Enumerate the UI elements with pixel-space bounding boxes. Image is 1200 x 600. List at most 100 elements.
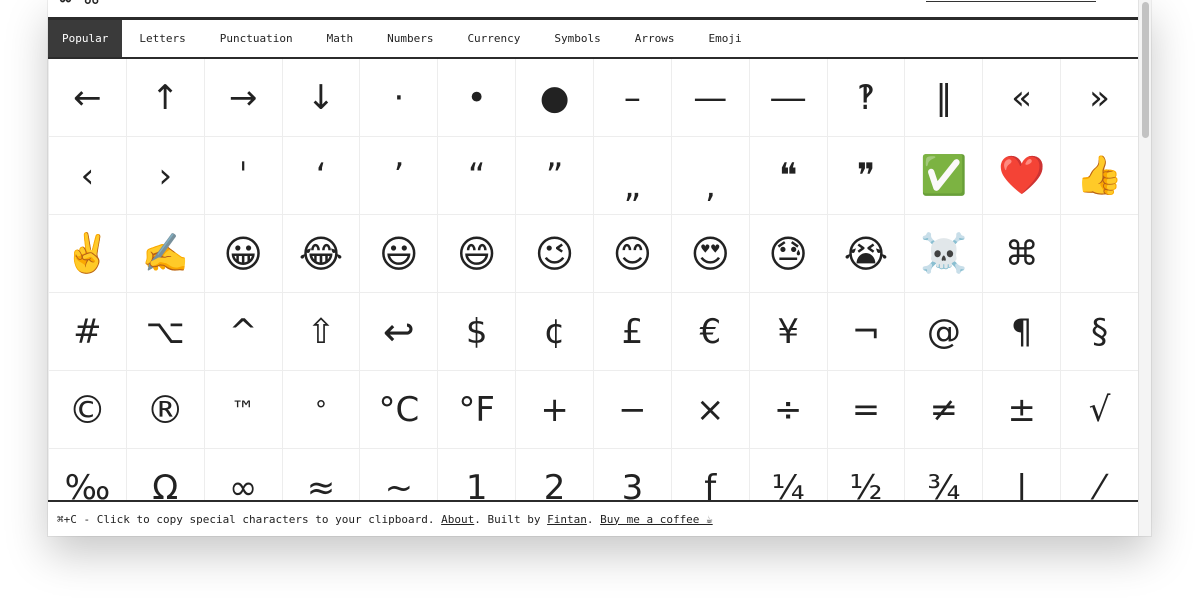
site-logo[interactable]: ∞ ⌘	[58, 0, 102, 9]
character-cell[interactable]	[1061, 215, 1139, 293]
character-cell[interactable]: 2	[516, 449, 594, 500]
character-cell[interactable]: ‚	[671, 137, 750, 215]
character-cell[interactable]: ⁄	[1061, 449, 1139, 500]
character-cell[interactable]: ―	[749, 59, 828, 137]
character-cell[interactable]: √	[1061, 371, 1139, 449]
character-cell[interactable]: €	[671, 293, 750, 371]
tab-numbers[interactable]: Numbers	[370, 20, 450, 57]
character-cell[interactable]: ‹	[49, 137, 127, 215]
character-cell[interactable]: ↓	[282, 59, 361, 137]
coffee-link[interactable]: Buy me a coffee ☕	[600, 513, 713, 526]
character-cell[interactable]: ®	[126, 371, 205, 449]
character-cell[interactable]: ~	[360, 449, 439, 500]
tab-arrows[interactable]: Arrows	[618, 20, 692, 57]
tab-symbols[interactable]: Symbols	[537, 20, 617, 57]
character-cell[interactable]: §	[1061, 293, 1139, 371]
character-cell[interactable]: @	[905, 293, 984, 371]
character-cell[interactable]: °F	[438, 371, 517, 449]
character-cell[interactable]: ¬	[827, 293, 906, 371]
character-cell[interactable]: ≠	[905, 371, 984, 449]
character-cell[interactable]: ×	[671, 371, 750, 449]
character-cell[interactable]: «	[983, 59, 1062, 137]
character-cell[interactable]: 😃	[360, 215, 439, 293]
character-cell[interactable]: 1	[438, 449, 517, 500]
character-cell[interactable]: +	[516, 371, 594, 449]
character-cell[interactable]: ⌥	[126, 293, 205, 371]
character-cell[interactable]: Ω	[127, 449, 205, 500]
character-cell[interactable]: ❞	[827, 137, 906, 215]
character-cell[interactable]: ☠️	[905, 215, 984, 293]
character-cell[interactable]: ¥	[749, 293, 828, 371]
character-cell[interactable]: 😂	[282, 215, 361, 293]
tab-emoji[interactable]: Emoji	[692, 20, 759, 57]
tab-popular[interactable]: Popular	[48, 20, 123, 57]
tab-letters[interactable]: Letters	[122, 20, 202, 57]
character-cell[interactable]: −	[593, 371, 672, 449]
character-cell[interactable]: 3	[594, 449, 672, 500]
character-cell[interactable]: —	[671, 59, 750, 137]
character-cell[interactable]: 👍	[1061, 137, 1139, 215]
about-link[interactable]: About	[441, 513, 474, 526]
character-cell[interactable]: ∞	[205, 449, 283, 500]
character-cell[interactable]: ˈ	[204, 137, 283, 215]
character-cell[interactable]: ↑	[126, 59, 205, 137]
character-cell[interactable]: ‽	[827, 59, 906, 137]
tab-math[interactable]: Math	[310, 20, 371, 57]
character-cell[interactable]: ✅	[905, 137, 984, 215]
character-cell[interactable]: =	[827, 371, 906, 449]
character-cell[interactable]: 😉	[516, 215, 594, 293]
character-cell[interactable]: ❝	[749, 137, 828, 215]
character-cell[interactable]: ¼	[750, 449, 828, 500]
character-cell[interactable]: ⌘	[983, 215, 1062, 293]
character-cell[interactable]: ™	[204, 371, 283, 449]
character-cell[interactable]: ❤️	[983, 137, 1062, 215]
character-cell[interactable]: ½	[828, 449, 906, 500]
character-cell[interactable]: ←	[49, 59, 127, 137]
character-cell[interactable]: ⇧	[282, 293, 361, 371]
character-cell[interactable]: ✍️	[126, 215, 205, 293]
character-cell[interactable]: 😍	[671, 215, 750, 293]
character-cell[interactable]: ›	[126, 137, 205, 215]
character-cell[interactable]: ●	[516, 59, 594, 137]
character-cell[interactable]: »	[1061, 59, 1139, 137]
character-cell[interactable]: –	[593, 59, 672, 137]
character-cell[interactable]: ‘	[282, 137, 361, 215]
character-cell[interactable]: #	[49, 293, 127, 371]
character-cell[interactable]: •	[438, 59, 517, 137]
tab-punctuation[interactable]: Punctuation	[203, 20, 310, 57]
character-cell[interactable]: °C	[360, 371, 439, 449]
search-input[interactable]	[926, 1, 1096, 2]
character-cell[interactable]: ƒ	[672, 449, 750, 500]
character-cell[interactable]: ✌️	[49, 215, 127, 293]
character-cell[interactable]: „	[593, 137, 672, 215]
character-cell[interactable]: ©	[49, 371, 127, 449]
character-cell[interactable]: 😊	[593, 215, 672, 293]
vertical-scrollbar[interactable]	[1138, 0, 1151, 536]
character-cell[interactable]: ↩	[360, 293, 439, 371]
tab-currency[interactable]: Currency	[450, 20, 537, 57]
character-cell[interactable]: ”	[516, 137, 594, 215]
character-cell[interactable]: ·	[360, 59, 439, 137]
author-link[interactable]: Fintan	[547, 513, 587, 526]
character-cell[interactable]: ≈	[283, 449, 361, 500]
character-cell[interactable]: ±	[983, 371, 1062, 449]
character-cell[interactable]: ‖	[905, 59, 984, 137]
character-cell[interactable]: |	[983, 449, 1062, 500]
character-cell[interactable]: 😓	[749, 215, 828, 293]
character-cell[interactable]: “	[438, 137, 517, 215]
character-cell[interactable]: ’	[360, 137, 439, 215]
character-cell[interactable]: °	[282, 371, 361, 449]
character-cell[interactable]: ¢	[516, 293, 594, 371]
character-cell[interactable]: ¶	[983, 293, 1062, 371]
character-cell[interactable]: ‰	[49, 449, 127, 500]
character-cell[interactable]: →	[204, 59, 283, 137]
character-cell[interactable]: $	[438, 293, 517, 371]
character-cell[interactable]: £	[593, 293, 672, 371]
character-cell[interactable]: 😀	[204, 215, 283, 293]
character-cell[interactable]: 😄	[438, 215, 517, 293]
character-cell[interactable]: 😭	[827, 215, 906, 293]
scroll-thumb[interactable]	[1142, 2, 1149, 138]
character-cell[interactable]: ^	[204, 293, 283, 371]
character-cell[interactable]: ÷	[749, 371, 828, 449]
character-cell[interactable]: ¾	[905, 449, 984, 500]
